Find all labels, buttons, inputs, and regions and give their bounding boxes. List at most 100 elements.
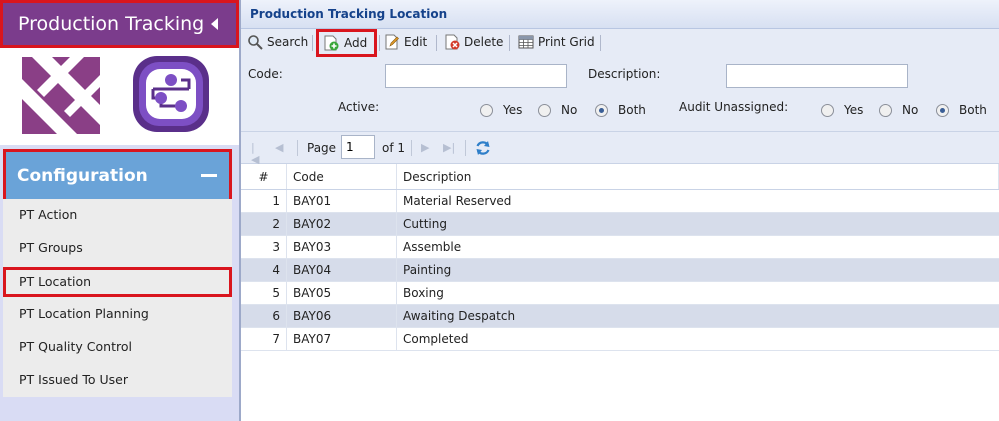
pager-divider [465,140,466,156]
edit-button[interactable]: Edit [382,32,427,54]
description-cell: Painting [403,263,452,277]
column-header-number[interactable]: # [241,164,287,189]
sidebar: Production Tracking Configuration PT Act… [0,0,240,421]
active-no-radio[interactable] [538,104,551,117]
delete-label: Delete [464,35,504,49]
pagination-bar: |◀ ◀ Page of 1 ▶ ▶| [241,132,999,166]
code-cell: BAY06 [287,305,397,327]
page-number-input[interactable] [341,135,375,159]
app-icon [133,56,209,132]
audit-yes-label: Yes [844,103,864,117]
description-cell: Awaiting Despatch [403,309,516,323]
active-label: Active: [338,100,380,114]
row-number-cell: 2 [241,213,287,235]
pager-divider [297,140,298,156]
audit-yes-radio[interactable] [821,104,834,117]
code-cell: BAY07 [287,328,397,350]
description-input[interactable] [726,64,908,88]
table-row[interactable]: 4 BAY04 Painting [241,259,999,282]
brand-logo [22,57,100,134]
page-label: Page [307,141,337,155]
code-cell: BAY04 [287,259,397,281]
row-number-cell: 1 [241,190,287,212]
row-number-cell: 3 [241,236,287,258]
filter-panel: Code: Description: Active: Yes No Both A… [241,57,999,132]
delete-icon [445,34,460,50]
table-row[interactable]: 1 BAY01 Material Reserved [241,190,999,213]
pager-divider [411,140,412,156]
code-label: Code: [248,67,283,81]
configuration-section-header[interactable]: Configuration [3,149,232,202]
add-button[interactable]: Add [316,29,377,57]
grid-header-row: # Code Description [241,164,999,190]
active-yes-label: Yes [503,103,523,117]
table-row[interactable]: 3 BAY03 Assemble [241,236,999,259]
column-header-description[interactable]: Description [397,164,999,189]
refresh-icon[interactable] [474,139,492,157]
main-panel: Production Tracking Location Search Add [241,0,999,421]
sidebar-item-pt-location-planning[interactable]: PT Location Planning [3,299,232,329]
active-both-radio[interactable] [595,104,608,117]
code-cell: BAY02 [287,213,397,235]
column-header-code[interactable]: Code [287,164,397,189]
panel-header: Production Tracking Location [241,0,999,29]
table-row[interactable]: 6 BAY06 Awaiting Despatch [241,305,999,328]
collapse-arrow-icon[interactable] [211,18,218,30]
toolbar: Search Add Edit Delete Print Grid [241,29,999,57]
code-cell: BAY03 [287,236,397,258]
first-page-icon[interactable]: |◀ [251,142,263,166]
logo-area [0,48,240,145]
configuration-title: Configuration [17,166,148,186]
row-number-cell: 7 [241,328,287,350]
table-row[interactable]: 7 BAY07 Completed [241,328,999,351]
toolbar-divider [312,35,313,51]
audit-no-radio[interactable] [879,104,892,117]
print-grid-label: Print Grid [538,35,595,49]
add-label: Add [344,36,368,50]
active-no-label: No [561,103,578,117]
search-label: Search [267,35,309,49]
edit-icon [385,34,399,50]
collapse-minus-icon[interactable] [201,174,217,177]
sidebar-item-pt-quality-control[interactable]: PT Quality Control [3,332,232,362]
table-row[interactable]: 2 BAY02 Cutting [241,213,999,236]
description-cell: Cutting [403,217,447,231]
description-label: Description: [588,67,661,81]
row-number-cell: 6 [241,305,287,327]
description-cell: Material Reserved [403,194,512,208]
panel-title: Production Tracking Location [250,7,448,21]
page-count-label: of 1 [382,141,406,155]
prev-page-icon[interactable]: ◀ [275,142,287,154]
sidebar-item-pt-groups[interactable]: PT Groups [3,233,232,263]
code-cell: BAY05 [287,282,397,304]
add-icon [324,35,339,51]
search-icon [248,35,263,50]
active-both-label: Both [618,103,646,117]
grid-icon [518,35,534,49]
toolbar-divider [509,35,510,51]
audit-unassigned-label: Audit Unassigned: [679,100,789,114]
description-cell: Assemble [403,240,462,254]
description-cell: Completed [403,332,469,346]
toolbar-divider [600,35,601,51]
audit-both-radio[interactable] [936,104,949,117]
active-yes-radio[interactable] [480,104,493,117]
code-cell: BAY01 [287,190,397,212]
delete-button[interactable]: Delete [442,32,503,54]
sidebar-item-pt-location[interactable]: PT Location [3,267,232,297]
audit-both-label: Both [959,103,987,117]
print-grid-button[interactable]: Print Grid [516,32,595,54]
code-input[interactable] [385,64,567,88]
row-number-cell: 5 [241,282,287,304]
search-button[interactable]: Search [245,32,308,54]
toolbar-divider [436,35,437,51]
description-cell: Boxing [403,286,444,300]
next-page-icon[interactable]: ▶ [421,142,433,154]
toolbar-divider [379,35,380,51]
sidebar-item-pt-issued-to-user[interactable]: PT Issued To User [3,365,232,395]
table-row[interactable]: 5 BAY05 Boxing [241,282,999,305]
sidebar-menu: PT Action PT Groups PT Location PT Locat… [3,199,232,397]
last-page-icon[interactable]: ▶| [443,142,455,154]
row-number-cell: 4 [241,259,287,281]
sidebar-item-pt-action[interactable]: PT Action [3,200,232,230]
